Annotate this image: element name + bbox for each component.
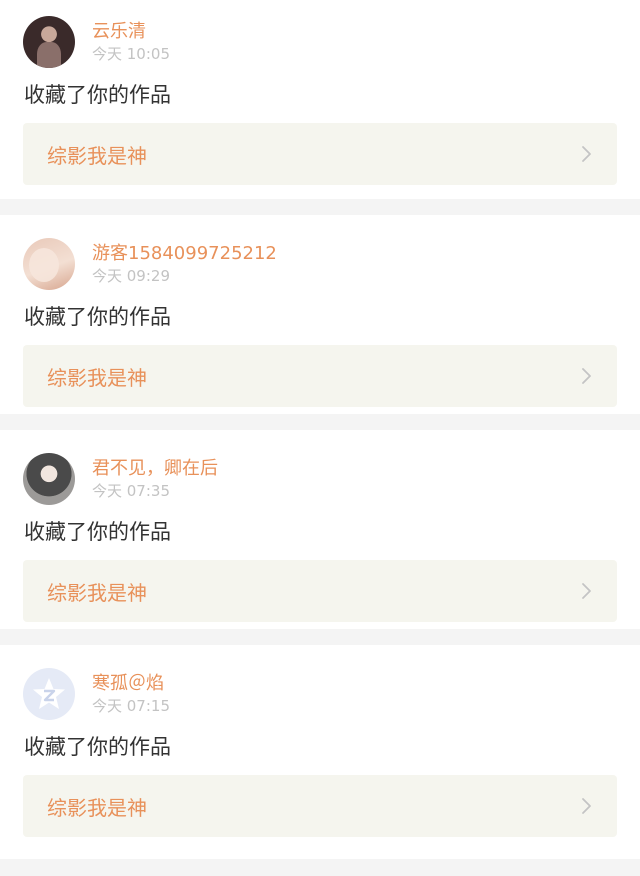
user-meta: 君不见，卿在后 今天 07:35 [92,458,218,501]
work-link[interactable]: 综影我是神 [23,775,617,837]
work-link[interactable]: 综影我是神 [23,123,617,185]
action-text: 收藏了你的作品 [24,735,171,759]
notification-header: 游客1584099725212 今天 09:29 [23,238,277,290]
avatar[interactable] [23,668,75,720]
notification-feed: 云乐清 今天 10:05 收藏了你的作品 综影我是神 游客15840997252… [0,0,640,859]
avatar[interactable] [23,453,75,505]
action-text: 收藏了你的作品 [24,520,171,544]
username[interactable]: 游客1584099725212 [92,243,277,265]
notification-card: 游客1584099725212 今天 09:29 收藏了你的作品 综影我是神 [0,215,640,414]
avatar[interactable] [23,16,75,68]
timestamp: 今天 07:15 [92,696,170,715]
timestamp: 今天 07:35 [92,481,170,500]
work-title: 综影我是神 [47,143,147,168]
star-icon [33,678,65,709]
chevron-right-icon [582,368,591,384]
notification-card: 云乐清 今天 10:05 收藏了你的作品 综影我是神 [0,0,640,199]
notification-card: 寒孤＠焰 今天 07:15 收藏了你的作品 综影我是神 [0,645,640,859]
action-text: 收藏了你的作品 [24,83,171,107]
chevron-right-icon [582,583,591,599]
timestamp: 今天 10:05 [92,44,170,63]
action-text: 收藏了你的作品 [24,305,171,329]
user-meta: 寒孤＠焰 今天 07:15 [92,673,170,716]
username[interactable]: 君不见，卿在后 [92,458,218,480]
user-meta: 云乐清 今天 10:05 [92,21,170,64]
notification-card: 君不见，卿在后 今天 07:35 收藏了你的作品 综影我是神 [0,430,640,629]
work-link[interactable]: 综影我是神 [23,345,617,407]
work-link[interactable]: 综影我是神 [23,560,617,622]
work-title: 综影我是神 [47,365,147,390]
username[interactable]: 寒孤＠焰 [92,673,170,695]
timestamp: 今天 09:29 [92,266,170,285]
user-meta: 游客1584099725212 今天 09:29 [92,243,277,286]
work-title: 综影我是神 [47,580,147,605]
notification-header: 云乐清 今天 10:05 [23,16,170,68]
notification-header: 君不见，卿在后 今天 07:35 [23,453,218,505]
work-title: 综影我是神 [47,795,147,820]
chevron-right-icon [582,146,591,162]
chevron-right-icon [582,798,591,814]
notification-header: 寒孤＠焰 今天 07:15 [23,668,170,720]
avatar[interactable] [23,238,75,290]
username[interactable]: 云乐清 [92,21,170,43]
